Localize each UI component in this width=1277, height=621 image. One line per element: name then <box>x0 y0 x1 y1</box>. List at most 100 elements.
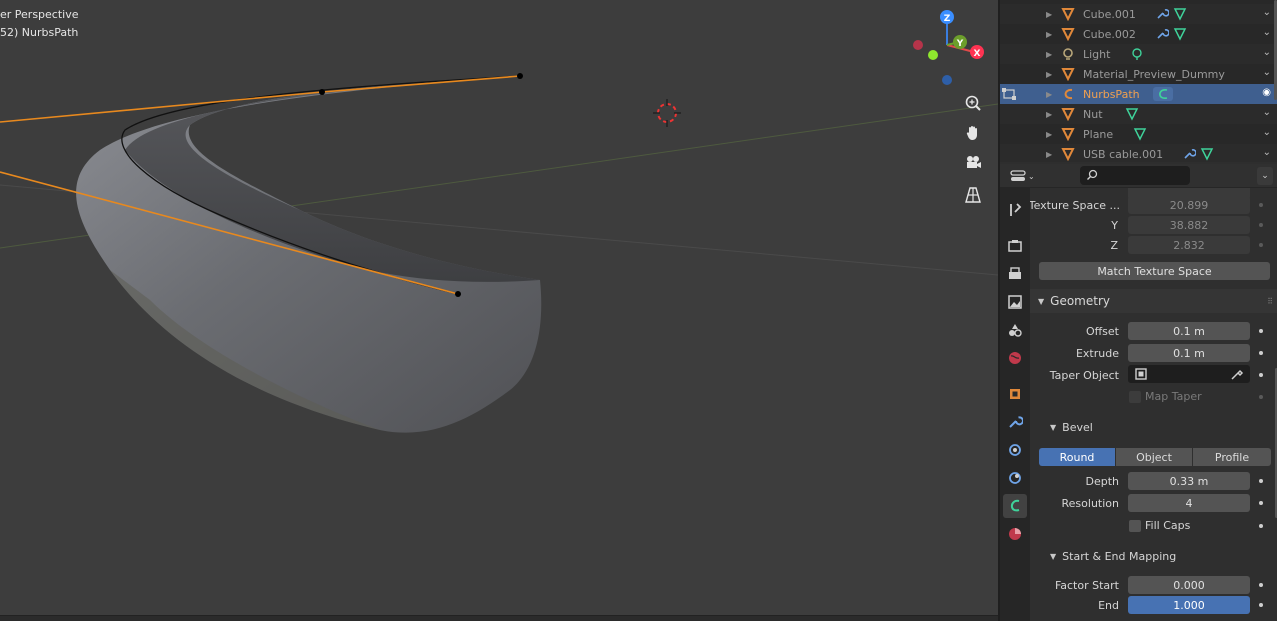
outliner[interactable]: ▶ Cube.001 ⌄ ▶ Cube.002 ⌄ ▶ Light ⌄ ▶ Ma… <box>1000 0 1277 162</box>
texture-space-x-field[interactable]: 20.899 <box>1128 196 1250 214</box>
factor-start-field[interactable]: 0.000 <box>1128 576 1250 594</box>
tab-output[interactable] <box>1003 262 1027 286</box>
outliner-row-cube-002[interactable]: ▶ Cube.002 ⌄ <box>1000 24 1277 44</box>
3d-cursor-icon[interactable] <box>653 99 681 127</box>
taper-object-field[interactable] <box>1128 365 1250 383</box>
tab-particles[interactable] <box>1003 438 1027 462</box>
extrude-field[interactable]: 0.1 m <box>1128 344 1250 362</box>
expand-arrow-icon[interactable]: ▶ <box>1046 50 1052 59</box>
match-texture-space-button[interactable]: Match Texture Space <box>1039 262 1270 280</box>
chevron-down-icon[interactable]: ⌄ <box>1263 147 1271 158</box>
wrench-icon[interactable] <box>1155 7 1169 21</box>
control-point[interactable] <box>517 73 523 79</box>
tab-material[interactable] <box>1003 522 1027 546</box>
outliner-row-cube-001[interactable]: ▶ Cube.001 ⌄ <box>1000 4 1277 24</box>
animate-property-icon[interactable] <box>1259 583 1263 587</box>
mesh-data-icon[interactable] <box>1125 107 1139 121</box>
mesh-data-icon[interactable] <box>1200 147 1214 161</box>
animate-property-icon[interactable] <box>1259 603 1263 607</box>
expand-arrow-icon[interactable]: ▶ <box>1046 90 1052 99</box>
outliner-item-name[interactable]: USB cable.001 <box>1083 148 1163 161</box>
outliner-row-usb-cable-001[interactable]: ▶ USB cable.001 ⌄ <box>1000 144 1277 162</box>
drag-handle-icon[interactable]: ⠿ <box>1267 297 1273 306</box>
outliner-item-name[interactable]: Plane <box>1083 128 1113 141</box>
expand-arrow-icon[interactable]: ▶ <box>1046 150 1052 159</box>
chevron-down-icon[interactable]: ⌄ <box>1263 47 1271 58</box>
fill-caps-checkbox[interactable] <box>1129 520 1141 532</box>
animate-property-icon[interactable] <box>1259 329 1263 333</box>
expand-arrow-icon[interactable]: ▶ <box>1046 70 1052 79</box>
search-input[interactable] <box>1080 166 1190 185</box>
expand-arrow-icon[interactable]: ▶ <box>1046 30 1052 39</box>
eye-icon[interactable]: ◉ <box>1262 87 1271 98</box>
outliner-item-name[interactable]: Cube.001 <box>1083 8 1136 21</box>
eyedropper-icon[interactable] <box>1230 367 1244 381</box>
properties-content[interactable]: Texture Space ... 20.899 Y 38.882 Z 2.83… <box>1030 188 1277 621</box>
edit-mode-icon[interactable] <box>1002 87 1020 101</box>
outliner-item-name[interactable]: Material_Preview_Dummy <box>1083 68 1225 81</box>
wrench-icon[interactable] <box>1155 27 1169 41</box>
geometry-panel-header[interactable]: ▼ Geometry ⠿ <box>1030 289 1277 313</box>
resolution-field[interactable]: 4 <box>1128 494 1250 512</box>
outliner-item-name[interactable]: Cube.002 <box>1083 28 1136 41</box>
bevel-mode-round[interactable]: Round <box>1039 448 1115 466</box>
offset-field[interactable]: 0.1 m <box>1128 322 1250 340</box>
chevron-down-icon[interactable]: ⌄ <box>1263 7 1271 18</box>
texture-space-z-field[interactable]: 2.832 <box>1128 236 1250 254</box>
end-field[interactable]: 1.000 <box>1128 596 1250 614</box>
animate-property-icon[interactable] <box>1259 373 1263 377</box>
chevron-down-icon[interactable]: ⌄ <box>1263 27 1271 38</box>
mesh-data-icon[interactable] <box>1173 7 1187 21</box>
mesh-data-icon[interactable] <box>1173 27 1187 41</box>
tab-render[interactable] <box>1003 234 1027 258</box>
chevron-down-icon[interactable]: ⌄ <box>1263 107 1271 118</box>
outliner-item-name[interactable]: Light <box>1083 48 1110 61</box>
editor-type-button[interactable]: ⌄ <box>1010 167 1042 185</box>
animate-property-icon[interactable] <box>1259 395 1263 399</box>
outliner-item-name[interactable]: Nut <box>1083 108 1103 121</box>
expand-arrow-icon[interactable]: ▶ <box>1046 130 1052 139</box>
tab-tool[interactable] <box>1003 198 1027 222</box>
bevel-mode-object[interactable]: Object <box>1116 448 1192 466</box>
tab-view-layer[interactable] <box>1003 290 1027 314</box>
tab-physics[interactable] <box>1003 466 1027 490</box>
curve-data-icon[interactable] <box>1155 87 1171 101</box>
tab-world[interactable] <box>1003 346 1027 370</box>
control-point[interactable] <box>319 89 325 95</box>
animate-property-icon[interactable] <box>1259 501 1263 505</box>
outliner-row-plane[interactable]: ▶ Plane ⌄ <box>1000 124 1277 144</box>
mesh-data-icon[interactable] <box>1133 127 1147 141</box>
pan-button[interactable] <box>960 120 986 146</box>
zoom-button[interactable] <box>960 90 986 116</box>
outliner-row-material-preview-dummy[interactable]: ▶ Material_Preview_Dummy ⌄ <box>1000 64 1277 84</box>
tab-object[interactable] <box>1003 382 1027 406</box>
light-data-icon[interactable] <box>1130 47 1144 61</box>
outliner-item-name[interactable]: NurbsPath <box>1083 88 1140 101</box>
expand-arrow-icon[interactable]: ▶ <box>1046 110 1052 119</box>
animate-property-icon[interactable] <box>1259 223 1263 227</box>
outliner-row-nut[interactable]: ▶ Nut ⌄ <box>1000 104 1277 124</box>
control-point[interactable] <box>455 291 461 297</box>
chevron-down-icon[interactable]: ⌄ <box>1263 67 1271 78</box>
camera-view-button[interactable] <box>960 150 986 176</box>
depth-field[interactable]: 0.33 m <box>1128 472 1250 490</box>
chevron-down-icon[interactable]: ⌄ <box>1263 127 1271 138</box>
texture-space-y-field[interactable]: 38.882 <box>1128 216 1250 234</box>
viewport-scene[interactable]: Z X Y <box>0 0 998 621</box>
tab-scene[interactable] <box>1003 318 1027 342</box>
tab-curve-data[interactable] <box>1003 494 1027 518</box>
animate-property-icon[interactable] <box>1259 203 1263 207</box>
outliner-row-light[interactable]: ▶ Light ⌄ <box>1000 44 1277 64</box>
bevel-panel-header[interactable]: ▼ Bevel <box>1030 416 1277 438</box>
animate-property-icon[interactable] <box>1259 351 1263 355</box>
animate-property-icon[interactable] <box>1259 479 1263 483</box>
animate-property-icon[interactable] <box>1259 243 1263 247</box>
bevel-mode-profile[interactable]: Profile <box>1193 448 1271 466</box>
wrench-icon[interactable] <box>1182 147 1196 161</box>
animate-property-icon[interactable] <box>1259 524 1263 528</box>
3d-viewport[interactable]: Z X Y er Perspective 52) NurbsPath <box>0 0 998 621</box>
outliner-row-nurbspath[interactable]: ▶ NurbsPath ◉ <box>1000 84 1277 104</box>
navigation-gizmo[interactable]: Z X Y <box>913 10 984 85</box>
map-taper-checkbox[interactable] <box>1129 391 1141 403</box>
options-dropdown-button[interactable]: ⌄ <box>1257 167 1273 185</box>
